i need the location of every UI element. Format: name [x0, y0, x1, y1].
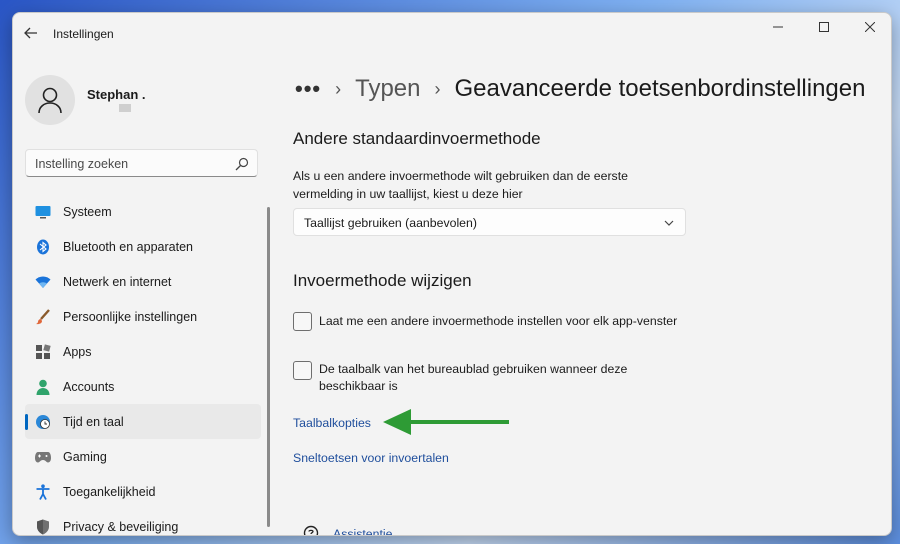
sidebar-item-netwerk[interactable]: Netwerk en internet [25, 264, 261, 299]
person-icon [35, 379, 51, 395]
sidebar-item-tijd-en-taal[interactable]: Tijd en taal [25, 404, 261, 439]
user-silhouette-icon [38, 87, 62, 114]
sidebar-item-label: Bluetooth en apparaten [63, 239, 193, 254]
sidebar-item-label: Privacy & beveiliging [63, 519, 179, 534]
search-input[interactable]: Instelling zoeken [25, 149, 258, 177]
desktop-language-bar-checkbox[interactable] [293, 361, 312, 380]
description-line: Als u een andere invoermethode wilt gebr… [293, 169, 628, 183]
apps-icon [35, 343, 51, 360]
sidebar-item-label: Systeem [63, 204, 112, 219]
help-chat-icon [303, 525, 319, 535]
assistentie-link[interactable]: Assistentie [333, 527, 392, 535]
maximize-icon [819, 22, 829, 32]
annotation-arrow-icon [383, 409, 509, 435]
input-method-dropdown[interactable]: Taallijst gebruiken (aanbevolen) [293, 208, 686, 236]
section-heading-invoermethode-wijzigen: Invoermethode wijzigen [293, 271, 472, 290]
window-controls [755, 13, 891, 41]
section-description: Als u een andere invoermethode wilt gebr… [293, 167, 663, 203]
main-content: ••• › Typen › Geavanceerde toetsenbordin… [273, 51, 891, 535]
back-button[interactable] [21, 23, 41, 43]
avatar[interactable] [25, 75, 75, 125]
search-icon [235, 157, 249, 171]
sidebar-item-systeem[interactable]: Systeem [25, 194, 261, 229]
user-email-redacted [119, 104, 131, 112]
sidebar-item-label: Gaming [63, 449, 107, 464]
wifi-icon [35, 274, 51, 290]
sidebar-item-label: Persoonlijke instellingen [63, 309, 198, 324]
breadcrumb-item-typen[interactable]: Typen [355, 75, 420, 103]
sidebar-item-label: Tijd en taal [63, 414, 124, 429]
sidebar-item-apps[interactable]: Apps [25, 334, 261, 369]
maximize-button[interactable] [801, 13, 847, 41]
dropdown-value: Taallijst gebruiken (aanbevolen) [304, 216, 477, 230]
sidebar-item-label: Accounts [63, 379, 115, 394]
chevron-right-icon: › [335, 78, 342, 99]
sneltoetsen-link[interactable]: Sneltoetsen voor invoertalen [293, 451, 449, 465]
sidebar-item-label: Toegankelijkheid [63, 484, 156, 499]
back-arrow-icon [24, 27, 37, 39]
checkbox-label: Laat me een andere invoermethode instell… [319, 314, 678, 328]
monitor-icon [35, 204, 51, 220]
sidebar-item-gaming[interactable]: Gaming [25, 439, 261, 474]
minimize-icon [773, 26, 783, 28]
accessibility-icon [35, 483, 51, 500]
chevron-right-icon: › [434, 78, 441, 99]
sidebar: Stephan . Instelling zoeken Systeem Blue… [13, 51, 273, 535]
sidebar-item-accounts[interactable]: Accounts [25, 369, 261, 404]
description-line: vermelding in uw taallijst, kiest u deze… [293, 187, 523, 201]
paintbrush-icon [35, 308, 51, 325]
sidebar-item-persoonlijk[interactable]: Persoonlijke instellingen [25, 299, 261, 334]
sidebar-item-privacy[interactable]: Privacy & beveiliging [25, 509, 261, 535]
shield-icon [35, 519, 51, 535]
sidebar-item-toegankelijkheid[interactable]: Toegankelijkheid [25, 474, 261, 509]
per-app-input-checkbox[interactable] [293, 312, 312, 331]
taalbalkopties-link[interactable]: Taalbalkopties [293, 416, 371, 430]
minimize-button[interactable] [755, 13, 801, 41]
close-button[interactable] [847, 13, 891, 41]
sidebar-item-bluetooth[interactable]: Bluetooth en apparaten [25, 229, 261, 264]
checkbox-label-line: De taalbalk van het bureaublad gebruiken… [319, 362, 628, 376]
checkbox-label-line: beschikbaar is [319, 379, 398, 393]
title-bar: Instellingen [13, 13, 891, 51]
sidebar-item-label: Apps [63, 344, 92, 359]
breadcrumb: ••• › Typen › Geavanceerde toetsenbordin… [295, 75, 865, 103]
globe-clock-icon [35, 414, 51, 430]
section-heading-standaardinvoer: Andere standaardinvoermethode [293, 129, 541, 148]
sidebar-item-label: Netwerk en internet [63, 274, 172, 289]
user-name: Stephan . [87, 87, 146, 102]
breadcrumb-overflow-button[interactable]: ••• [295, 76, 321, 102]
search-placeholder: Instelling zoeken [35, 157, 129, 171]
sidebar-nav: Systeem Bluetooth en apparaten Netwerk e… [25, 194, 261, 535]
settings-window: Instellingen Stephan . Instelling zoeken [12, 12, 892, 536]
checkbox-label: De taalbalk van het bureaublad gebruiken… [319, 361, 627, 395]
chevron-down-icon [664, 220, 674, 226]
close-icon [865, 22, 875, 32]
bluetooth-icon [35, 239, 51, 255]
gamepad-icon [35, 449, 51, 465]
app-title: Instellingen [53, 27, 114, 41]
sidebar-scrollbar[interactable] [267, 207, 270, 527]
page-title: Geavanceerde toetsenbordinstellingen [454, 75, 866, 102]
